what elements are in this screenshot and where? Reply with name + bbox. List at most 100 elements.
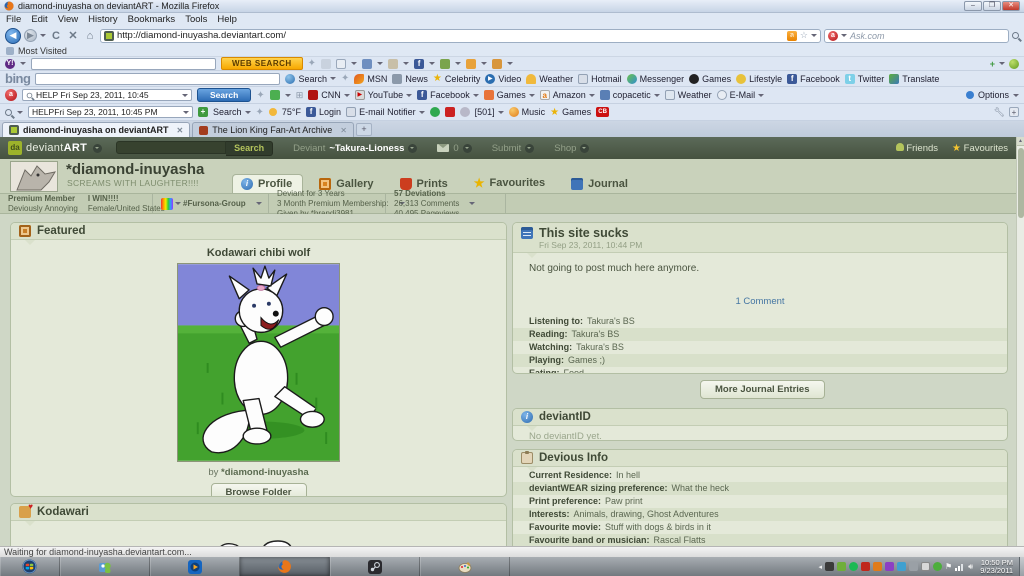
bing-search-button[interactable]: Search (285, 74, 336, 84)
tab-close-icon[interactable]: ✕ (177, 126, 184, 135)
bing-link-celebrity[interactable]: ★Celebrity (433, 73, 480, 84)
email-notifier-link[interactable]: E-mail Notifier (346, 107, 425, 117)
maximize-button[interactable]: ❐ (983, 1, 1001, 11)
favourites-link[interactable]: ★ Favourites (952, 143, 1008, 154)
options-button[interactable]: Options (978, 90, 1009, 100)
taskbar-mediaplayer-button[interactable] (150, 557, 240, 576)
plugin-icon[interactable] (270, 90, 280, 100)
ask-link-email[interactable]: E-Mail (717, 90, 765, 100)
logo-dropdown-icon[interactable] (93, 144, 102, 153)
shop-menu[interactable]: Shop (554, 143, 576, 154)
url-dropdown-icon[interactable] (811, 34, 817, 40)
tray-icon[interactable] (897, 562, 906, 571)
facebook-dropdown-icon[interactable] (429, 62, 435, 68)
taskbar-messenger-button[interactable] (60, 557, 150, 576)
ask-link-cnn[interactable]: CNN (308, 90, 350, 100)
apps-icon[interactable] (466, 59, 476, 69)
bing-link-twitter[interactable]: tTwitter (845, 74, 885, 84)
tab-deviantart[interactable]: diamond-inuyasha on deviantART ✕ (2, 122, 190, 137)
ask-search-button[interactable]: Search (197, 88, 251, 102)
wrench-icon[interactable]: 🔧︎ (994, 107, 1005, 118)
user-dropdown-icon[interactable] (408, 144, 417, 153)
stop-button[interactable]: ✕ (66, 29, 80, 42)
ask-link-youtube[interactable]: ▶YouTube (355, 90, 412, 100)
add-icon[interactable]: + (198, 107, 208, 117)
games-link[interactable]: ★Games (550, 107, 591, 118)
envelope-icon[interactable] (362, 59, 372, 69)
photos-icon[interactable] (440, 59, 450, 69)
yahoo-dropdown-icon[interactable] (20, 62, 26, 68)
new-tab-button[interactable]: + (356, 123, 372, 136)
bing-link-weather[interactable]: Weather (526, 74, 573, 84)
facebook-login-link[interactable]: fLogin (306, 107, 341, 117)
network-icon[interactable] (955, 562, 965, 571)
tab-lionking[interactable]: The Lion King Fan-Art Archive ✕ (192, 122, 354, 137)
tray-icon[interactable] (849, 562, 858, 571)
window-icon[interactable] (492, 59, 502, 69)
scroll-up-icon[interactable]: ▲ (1017, 137, 1024, 146)
envelope-dropdown-icon[interactable] (377, 62, 383, 68)
journal-comments-link[interactable]: 1 Comment (513, 296, 1007, 307)
ask-engine-icon[interactable]: a (828, 31, 838, 41)
artwork-title[interactable]: Kodawari chibi wolf (11, 247, 506, 259)
menu-bookmarks[interactable]: Bookmarks (128, 14, 176, 25)
youtube-icon[interactable] (445, 107, 455, 117)
mail-icon[interactable] (321, 59, 331, 69)
tab-journal[interactable]: Journal (563, 175, 638, 193)
avatar[interactable] (10, 161, 58, 192)
temperature-reading[interactable]: 75°F (282, 107, 301, 117)
back-button[interactable]: ◀ (5, 28, 21, 44)
more-journal-entries-button[interactable]: More Journal Entries (700, 380, 825, 399)
bing-link-translate[interactable]: Translate (889, 74, 939, 84)
profile-username[interactable]: *diamond-inuyasha (66, 161, 204, 178)
refresh-button[interactable]: C (49, 30, 63, 42)
tray-icon[interactable] (885, 562, 894, 571)
tab-close-icon[interactable]: ✕ (340, 126, 347, 135)
page-icon[interactable] (336, 59, 346, 69)
site-search-input[interactable] (116, 141, 226, 154)
minimize-button[interactable]: – (964, 1, 982, 11)
tray-icon[interactable] (825, 562, 834, 571)
url-field[interactable]: http://diamond-inuyasha.deviantart.com/ … (100, 29, 821, 43)
site-search-button[interactable]: Search (226, 141, 273, 156)
yahoo-search-input[interactable] (31, 58, 216, 70)
bookmark-star-icon[interactable]: ☆ (800, 30, 808, 41)
ask-search-box[interactable]: HELP Fri Sep 23, 2011, 10:45 (22, 89, 192, 101)
scrollbar-thumb[interactable] (1018, 148, 1024, 218)
artist-link[interactable]: *diamond-inuyasha (221, 467, 309, 478)
featured-artwork[interactable] (177, 263, 340, 462)
close-button[interactable]: ✕ (1002, 1, 1020, 11)
bing-link-news[interactable]: News (392, 74, 428, 84)
misc-icon[interactable] (460, 107, 470, 117)
home-button[interactable]: ⌂ (83, 30, 97, 42)
rss-icon[interactable]: ล (787, 31, 797, 41)
toolbar-settings-icon[interactable] (1009, 59, 1019, 69)
ask-link-weather[interactable]: Weather (665, 90, 712, 100)
apps-dropdown-icon[interactable] (481, 62, 487, 68)
search-go-icon[interactable] (1012, 32, 1019, 39)
web-search-button[interactable]: WEB SEARCH (221, 57, 303, 70)
menu-file[interactable]: File (6, 14, 21, 25)
bing-link-hotmail[interactable]: Hotmail (578, 74, 622, 84)
yahoo-icon[interactable]: Y! (5, 59, 15, 69)
friends-link[interactable]: Friends (896, 143, 938, 154)
tab-favourites[interactable]: ★Favourites (466, 173, 555, 193)
tray-icon[interactable] (921, 562, 930, 571)
browser-search-field[interactable]: a Ask.com (824, 29, 1009, 43)
tray-shield-icon[interactable] (861, 562, 870, 571)
ask-link-copacetic[interactable]: copacetic (600, 90, 660, 100)
page-dropdown-icon[interactable] (351, 62, 357, 68)
volume-icon[interactable]: 🔊︎ (968, 562, 973, 572)
menu-view[interactable]: View (58, 14, 78, 25)
photos-dropdown-icon[interactable] (455, 62, 461, 68)
submit-dropdown-icon[interactable] (525, 144, 534, 153)
messages-dropdown-icon[interactable] (463, 144, 472, 153)
kodawari-thumbnail[interactable] (204, 537, 314, 546)
engine-dropdown-icon[interactable] (841, 34, 847, 40)
tray-icon[interactable] (933, 562, 942, 571)
add-toolbar-icon[interactable]: + (1009, 107, 1019, 117)
taskbar-firefox-button[interactable] (240, 557, 330, 576)
counter-badge[interactable]: [501] (475, 107, 504, 117)
bing-link-messenger[interactable]: Messenger (627, 74, 685, 84)
tray-speaker-icon[interactable] (873, 562, 882, 571)
